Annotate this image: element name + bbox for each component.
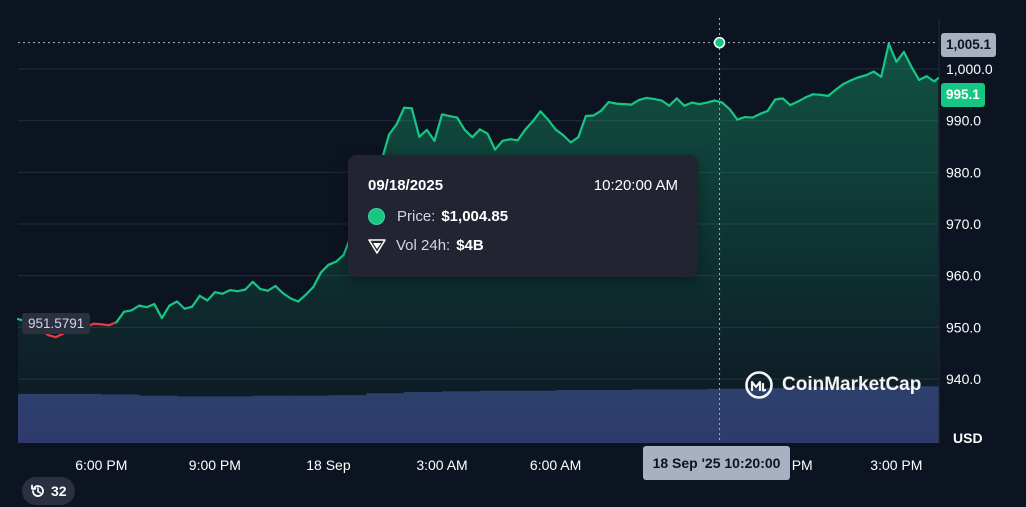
tooltip-vol-value: $4B [456, 237, 484, 254]
hover-time-badge: 18 Sep '25 10:20:00 [643, 446, 790, 480]
price-segment-up [819, 93, 830, 97]
x-tick-label: 6:00 AM [530, 457, 581, 473]
hover-point [713, 36, 726, 49]
price-segment-up [440, 113, 451, 118]
price-segment-down [92, 322, 103, 326]
price-segment-up [448, 114, 459, 119]
tooltip-time: 10:20:00 AM [593, 177, 678, 194]
price-segment-up [584, 114, 595, 118]
price-segment-up [236, 288, 247, 293]
history-button[interactable]: 32 [22, 477, 75, 505]
y-axis-ticks: 1,000.0 990.0 980.0 970.0 960.0 950.0 940.0 [946, 61, 993, 387]
currency-label: USD [953, 430, 983, 446]
x-tick-label: 6:00 PM [75, 457, 127, 473]
price-segment-up [690, 101, 701, 106]
price-segment-up [509, 138, 519, 142]
price-segment-up [615, 102, 625, 106]
history-count: 32 [51, 483, 67, 499]
brand-watermark: CoinMarketCap [744, 370, 921, 400]
x-tick-label: 9:00 PM [189, 457, 241, 473]
y-tick-label: 970.0 [946, 216, 981, 232]
x-axis-ticks: 6:00 PM9:00 PM18 Sep3:00 AM6:00 AM9:00 A… [75, 457, 922, 473]
price-segment-up [138, 304, 148, 309]
tooltip-date: 09/18/2025 [368, 177, 444, 194]
price-segment-up [743, 115, 754, 119]
x-tick-label: 18 Sep [306, 457, 351, 473]
price-segment-up [698, 101, 709, 106]
price-segment-up [213, 291, 224, 295]
price-segment-up [228, 289, 239, 293]
price-segment-up [645, 96, 656, 101]
x-tick-label: 3:00 AM [416, 457, 467, 473]
current-price-badge: 995.1 [941, 83, 985, 107]
tooltip-vol-label: Vol 24h: [396, 237, 451, 254]
price-segment-down [100, 323, 110, 327]
price-segment-up [811, 93, 822, 96]
y-tick-label: 960.0 [946, 268, 981, 284]
volume-icon [368, 238, 386, 254]
price-segment-up [607, 100, 618, 105]
y-tick-label: 990.0 [946, 113, 981, 129]
price-segment-up [501, 138, 512, 142]
price-segment-up [259, 288, 269, 292]
x-tick-label: 3:00 PM [870, 457, 922, 473]
price-dot-icon [368, 208, 385, 225]
hover-price-badge: 1,005.1 [941, 33, 997, 57]
y-tick-label: 940.0 [946, 371, 981, 387]
y-tick-label: 980.0 [946, 164, 981, 180]
price-segment-up [122, 309, 133, 313]
brand-name: CoinMarketCap [782, 374, 922, 395]
y-tick-label: 950.0 [946, 319, 981, 335]
chart-tooltip: 09/18/2025 10:20:00 AM Price: $1,004.85 … [348, 155, 698, 277]
price-segment-up [622, 103, 633, 106]
price-segment-up [774, 97, 784, 101]
y-tick-label: 1,000.0 [946, 61, 993, 77]
history-icon [31, 484, 44, 497]
price-segment-up [652, 97, 663, 102]
open-price-badge: 951.5791 [22, 313, 91, 334]
tooltip-price-label: Price: [397, 208, 436, 225]
tooltip-price-value: $1,004.85 [441, 208, 509, 225]
price-segment-up [403, 106, 413, 110]
coinmarketcap-logo-icon [745, 371, 773, 399]
